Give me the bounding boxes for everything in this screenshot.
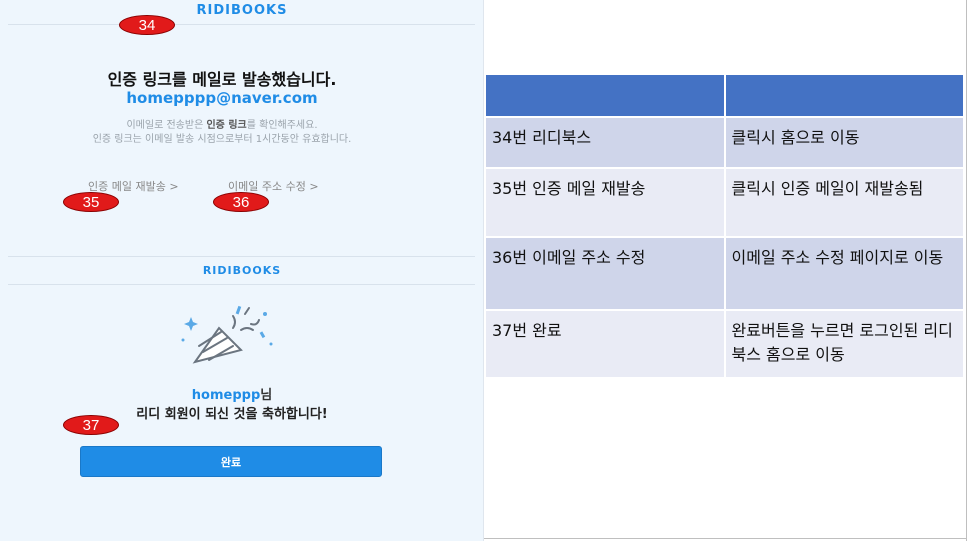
- page-title: 인증 링크를 메일로 발송했습니다.: [107, 70, 337, 89]
- desc-suffix: 를 확인해주세요.: [246, 120, 318, 131]
- table-row: 34번 리디북스 클릭시 홈으로 이동: [486, 117, 965, 169]
- table-row: 36번 이메일 주소 수정 이메일 주소 수정 페이지로 이동: [486, 237, 965, 311]
- ridibooks-logo-top[interactable]: RIDIBOOKS: [0, 3, 484, 18]
- table-row: 37번 완료 완료버튼을 누르면 로그인된 리디북스 홈으로 이동: [486, 310, 965, 379]
- table-cell-action: 완료버튼을 누르면 로그인된 리디북스 홈으로 이동: [724, 310, 965, 379]
- table-cell-item: 37번 완료: [486, 310, 726, 379]
- section-divider: [8, 256, 475, 257]
- table-cell-action: 이메일 주소 수정 페이지로 이동: [724, 237, 965, 311]
- username-suffix: 님: [260, 388, 273, 403]
- ridibooks-logo-mid[interactable]: RIDIBOOKS: [0, 264, 484, 277]
- desc-line2: 인증 링크는 이메일 발송 시점으로부터 1시간동안 유효합니다.: [92, 134, 352, 145]
- table-cell-action: 클릭시 홈으로 이동: [724, 117, 965, 169]
- mid-header-divider: [8, 284, 475, 285]
- table-cell-item: 35번 인증 메일 재발송: [486, 168, 726, 238]
- table-cell-item: 36번 이메일 주소 수정: [486, 237, 726, 311]
- annotation-badge-37: 37: [63, 415, 119, 435]
- email-address: homepppp@naver.com: [126, 89, 318, 107]
- table-header-cell: [486, 75, 726, 118]
- annotation-badge-35: 35: [63, 192, 119, 212]
- resend-email-link[interactable]: 인증 메일 재발송 >: [88, 178, 179, 194]
- header-divider: [8, 24, 475, 25]
- mockup-panel: RIDIBOOKS 인증 링크를 메일로 발송했습니다. homepppp@na…: [0, 0, 484, 541]
- desc-prefix: 이메일로 전송받은: [126, 120, 207, 131]
- slide-border-bottom: [484, 538, 967, 539]
- desc-bold: 인증 링크: [206, 120, 247, 131]
- welcome-username: homeppp님: [0, 384, 464, 403]
- description-table: 34번 리디북스 클릭시 홈으로 이동 35번 인증 메일 재발송 클릭시 인증…: [486, 75, 965, 379]
- instruction-text: 이메일로 전송받은 인증 링크를 확인해주세요. 인증 링크는 이메일 발송 시…: [20, 119, 424, 147]
- party-popper-icon: [181, 305, 273, 364]
- table-row: 35번 인증 메일 재발송 클릭시 인증 메일이 재발송됨: [486, 168, 965, 238]
- table-cell-item: 34번 리디북스: [486, 117, 726, 169]
- annotation-badge-34: 34: [119, 15, 175, 35]
- annotation-badge-36: 36: [213, 192, 269, 212]
- username: homeppp: [191, 388, 261, 403]
- table-cell-action: 클릭시 인증 메일이 재발송됨: [724, 168, 965, 238]
- table-header-row: [486, 75, 965, 118]
- done-button[interactable]: 완료: [80, 446, 382, 477]
- slide-border-right: [966, 0, 967, 541]
- table-header-cell: [724, 75, 965, 118]
